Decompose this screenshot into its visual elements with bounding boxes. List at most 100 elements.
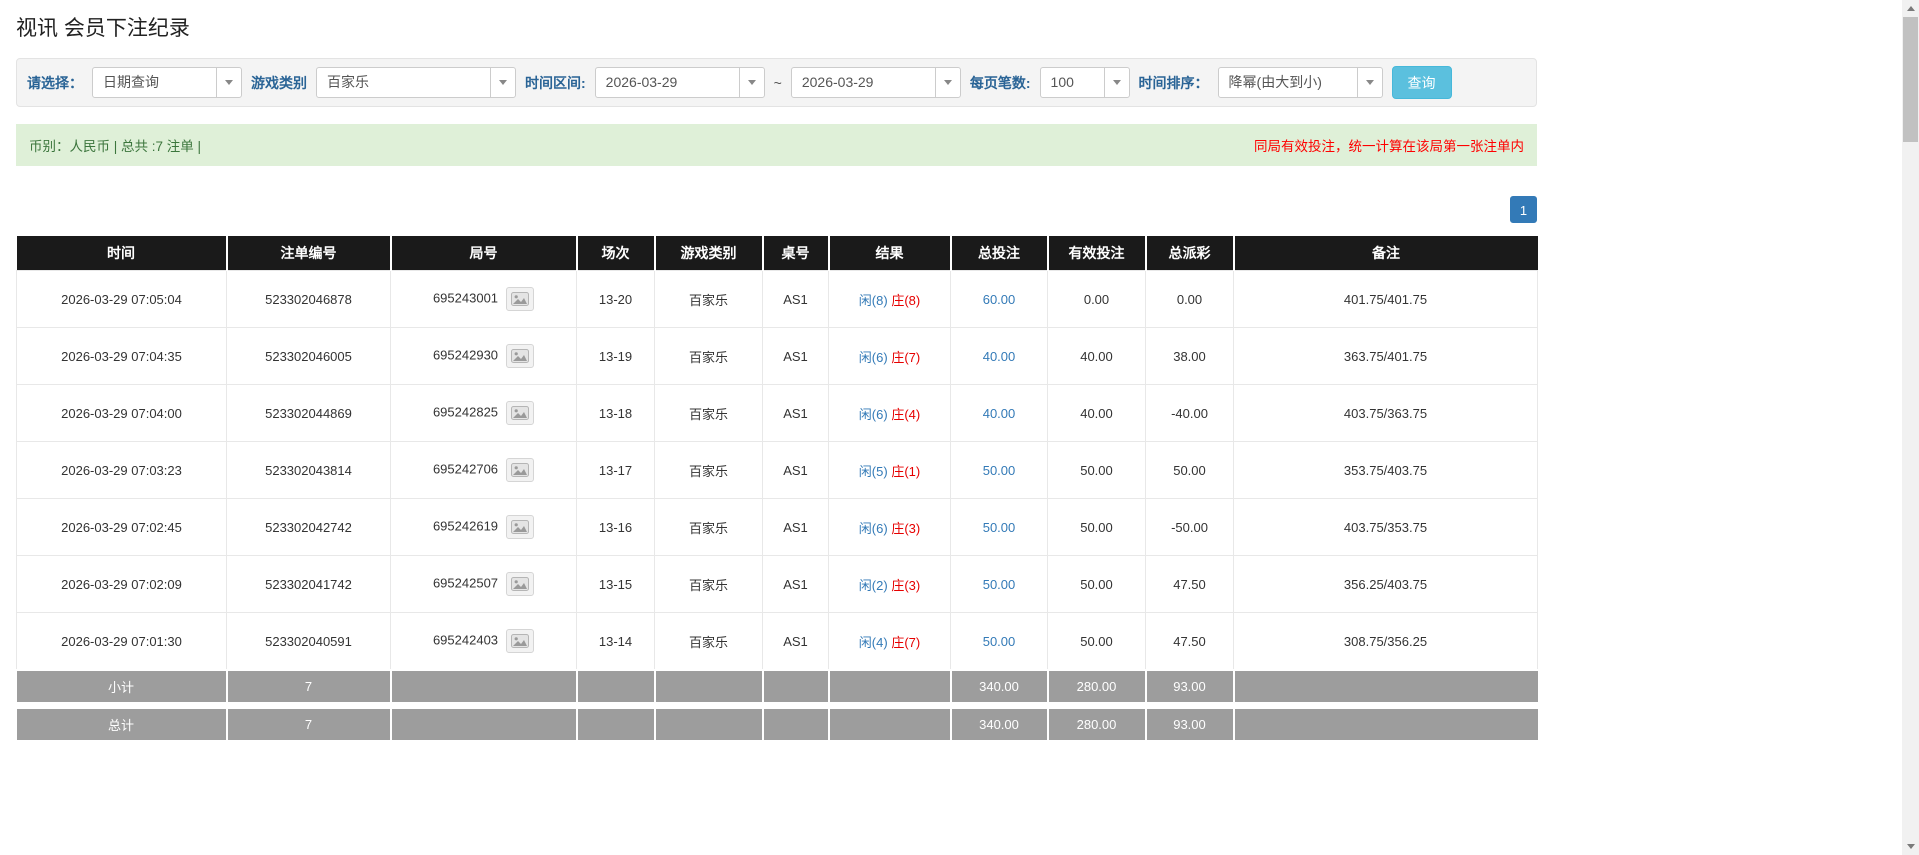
notice-text: 同局有效投注，统一计算在该局第一张注单内 <box>1254 139 1524 154</box>
scroll-up-button[interactable] <box>1902 0 1919 17</box>
result-banker: 庄(8) <box>891 292 921 308</box>
result-player: 闲(6) <box>858 520 888 536</box>
total-bet-link[interactable]: 50.00 <box>983 577 1016 592</box>
cell-table-no: AS1 <box>762 612 829 671</box>
total-bet-link[interactable]: 50.00 <box>983 634 1016 649</box>
cell-session: 13-14 <box>576 612 655 671</box>
cell-time: 2026-03-29 07:02:45 <box>16 498 227 556</box>
scroll-down-button[interactable] <box>1902 838 1919 855</box>
scrollbar <box>1902 0 1919 855</box>
table-row: 2026-03-29 07:03:23 523302043814 695242706… <box>16 441 1538 499</box>
result-player: 闲(4) <box>858 634 888 650</box>
cell-game-type: 百家乐 <box>654 612 763 671</box>
cell-session: 13-19 <box>576 327 655 385</box>
total-bet-link[interactable]: 40.00 <box>983 406 1016 421</box>
cell-round-no: 695243001 <box>390 270 577 328</box>
cell-game-type: 百家乐 <box>654 441 763 499</box>
summary-label: 总计 <box>16 707 228 740</box>
sort-order-select[interactable]: 降幂(由大到小) <box>1217 67 1383 98</box>
total-bet-link[interactable]: 50.00 <box>983 520 1016 535</box>
round-media-button[interactable] <box>506 572 535 596</box>
currency-total-info: 币别：人民币 | 总共 :7 注单 | <box>29 139 202 154</box>
cell-bet-no: 523302040591 <box>226 612 391 671</box>
cell-time: 2026-03-29 07:04:35 <box>16 327 227 385</box>
col-table-no: 桌号 <box>762 236 830 271</box>
round-media-button[interactable] <box>506 401 535 425</box>
cell-valid-bet: 50.00 <box>1047 612 1146 671</box>
round-media-button[interactable] <box>506 344 535 368</box>
time-range-label: 时间区间: <box>525 74 586 91</box>
media-icon <box>511 520 530 534</box>
cell-round-no: 695242825 <box>390 384 577 442</box>
result-banker: 庄(1) <box>891 463 921 479</box>
chevron-down-icon <box>490 68 515 97</box>
cell-note: 308.75/356.25 <box>1233 612 1538 671</box>
chevron-down-icon <box>1356 68 1382 97</box>
table-row: 2026-03-29 07:02:09 523302041742 695242507… <box>16 555 1538 613</box>
result-banker: 庄(3) <box>891 577 921 593</box>
tilde-separator: ~ <box>773 74 782 91</box>
table-row: 2026-03-29 07:04:00 523302044869 695242825… <box>16 384 1538 442</box>
cell-time: 2026-03-29 07:05:04 <box>16 270 227 328</box>
cell-game-type: 百家乐 <box>654 555 763 613</box>
cell-valid-bet: 50.00 <box>1047 555 1146 613</box>
cell-result: 闲(6) 庄(3) <box>828 498 951 556</box>
sort-order-label: 时间排序： <box>1138 74 1209 91</box>
cell-result: 闲(2) 庄(3) <box>828 555 951 613</box>
total-row: 总计 7 340.00 280.00 93.00 <box>16 707 1538 740</box>
cell-total-bet: 50.00 <box>950 441 1048 499</box>
game-type-select[interactable]: 百家乐 <box>316 67 516 98</box>
cell-round-no: 695242403 <box>390 612 577 671</box>
page-button-1[interactable]: 1 <box>1510 196 1537 223</box>
page-size-select[interactable]: 100 <box>1039 67 1130 98</box>
summary-empty <box>654 707 764 740</box>
summary-payout: 93.00 <box>1145 707 1235 740</box>
date-from-select[interactable]: 2026-03-29 <box>594 67 765 98</box>
cell-table-no: AS1 <box>762 270 829 328</box>
round-media-button[interactable] <box>506 515 535 539</box>
result-banker: 庄(7) <box>891 349 921 365</box>
result-player: 闲(2) <box>858 577 888 593</box>
cell-bet-no: 523302042742 <box>226 498 391 556</box>
round-media-button[interactable] <box>506 629 535 653</box>
cell-round-no: 695242619 <box>390 498 577 556</box>
pagination: 1 <box>16 196 1537 223</box>
total-bet-link[interactable]: 40.00 <box>983 349 1016 364</box>
summary-payout: 93.00 <box>1145 669 1235 702</box>
scrollbar-thumb[interactable] <box>1903 17 1918 142</box>
col-session: 场次 <box>576 236 656 271</box>
cell-total-bet: 60.00 <box>950 270 1048 328</box>
round-no-value: 695242619 <box>432 518 499 534</box>
cell-session: 13-15 <box>576 555 655 613</box>
query-mode-select[interactable]: 日期查询 <box>92 67 242 98</box>
summary-empty <box>390 669 578 702</box>
page-size-label: 每页笔数: <box>969 74 1031 91</box>
cell-session: 13-18 <box>576 384 655 442</box>
cell-total-bet: 50.00 <box>950 555 1048 613</box>
total-bet-link[interactable]: 50.00 <box>983 463 1016 478</box>
summary-total-bet: 340.00 <box>950 669 1049 702</box>
col-round-no: 局号 <box>390 236 578 271</box>
date-to-select[interactable]: 2026-03-29 <box>790 67 961 98</box>
table-header-row: 时间 注单编号 局号 场次 游戏类别 桌号 结果 总投注 有效投注 总派彩 备注 <box>16 236 1538 271</box>
cell-note: 353.75/403.75 <box>1233 441 1538 499</box>
cell-payout: 38.00 <box>1145 327 1234 385</box>
cell-total-bet: 40.00 <box>950 327 1048 385</box>
media-icon <box>511 577 530 591</box>
round-media-button[interactable] <box>506 287 535 311</box>
summary-empty <box>762 707 830 740</box>
round-media-button[interactable] <box>506 458 535 482</box>
date-to-value: 2026-03-29 <box>801 74 874 90</box>
cell-time: 2026-03-29 07:01:30 <box>16 612 227 671</box>
cell-round-no: 695242706 <box>390 441 577 499</box>
cell-time: 2026-03-29 07:04:00 <box>16 384 227 442</box>
summary-empty <box>762 669 830 702</box>
chevron-down-icon <box>1103 68 1129 97</box>
col-payout: 总派彩 <box>1145 236 1235 271</box>
arrow-down-icon <box>1906 844 1915 849</box>
result-player: 闲(5) <box>858 463 888 479</box>
total-bet-link[interactable]: 60.00 <box>983 292 1016 307</box>
page-title: 视讯 会员下注纪录 <box>16 17 190 40</box>
cell-game-type: 百家乐 <box>654 498 763 556</box>
search-button[interactable]: 查询 <box>1391 66 1452 99</box>
